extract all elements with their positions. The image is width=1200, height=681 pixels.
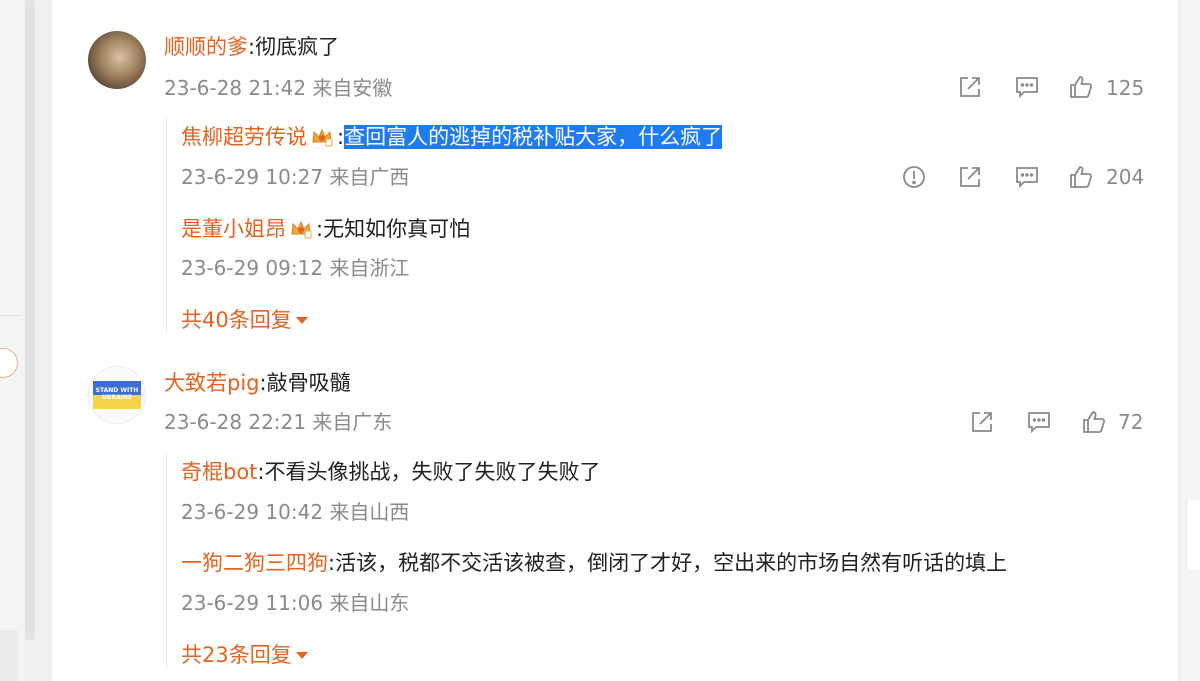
like-count: 72 bbox=[1118, 410, 1144, 434]
reply-line: 是董小姐昂:无知如你真可怕 bbox=[181, 217, 471, 241]
share-icon[interactable] bbox=[957, 164, 983, 190]
comment-icon[interactable] bbox=[1014, 74, 1040, 100]
more-replies-label: 共23条回复 bbox=[181, 643, 292, 667]
left-divider bbox=[0, 315, 22, 316]
like-count: 204 bbox=[1106, 165, 1145, 189]
reply-line: 奇棍bot:不看头像挑战，失败了失败了失败了 bbox=[181, 460, 601, 484]
comment-icon[interactable] bbox=[1026, 409, 1052, 435]
crown-icon bbox=[311, 126, 333, 147]
left-scrollbar[interactable] bbox=[25, 0, 35, 640]
share-icon[interactable] bbox=[957, 74, 983, 100]
left-panel-box bbox=[0, 630, 18, 681]
reply-thread-line bbox=[166, 118, 167, 333]
comment-username[interactable]: 顺顺的爹 bbox=[164, 35, 248, 59]
reply-meta: 23-6-29 10:42 来自山西 bbox=[181, 500, 410, 524]
comment-line: 顺顺的爹:彻底疯了 bbox=[164, 35, 340, 59]
reply-username[interactable]: 是董小姐昂 bbox=[181, 217, 286, 241]
reply-thread-line bbox=[166, 453, 167, 668]
reply-meta: 23-6-29 11:06 来自山东 bbox=[181, 591, 410, 615]
avatar-text: STAND WITH UKRAINE bbox=[95, 387, 139, 401]
comment-meta: 23-6-28 21:42 来自安徽 bbox=[164, 76, 393, 100]
caret-down-icon bbox=[295, 652, 308, 659]
avatar[interactable]: STAND WITH UKRAINE bbox=[88, 366, 146, 424]
like-icon[interactable] bbox=[1068, 74, 1094, 100]
comment-icon[interactable] bbox=[1014, 164, 1040, 190]
comment-line: 大致若pig:敲骨吸髓 bbox=[164, 371, 351, 395]
reply-meta: 23-6-29 09:12 来自浙江 bbox=[181, 256, 410, 280]
comment-username[interactable]: 大致若pig bbox=[164, 371, 260, 395]
ukraine-flag-image: STAND WITH UKRAINE bbox=[93, 381, 141, 409]
like-icon[interactable] bbox=[1068, 164, 1094, 190]
reply-line: 焦柳超劳传说:查回富人的逃掉的税补贴大家，什么疯了 bbox=[181, 125, 723, 149]
comment-card bbox=[52, 0, 1178, 681]
reply-username[interactable]: 奇棍bot bbox=[181, 460, 257, 484]
comment-text: 敲骨吸髓 bbox=[266, 371, 351, 395]
more-replies-link[interactable]: 共40条回复 bbox=[181, 306, 308, 334]
reply-text: 不看头像挑战，失败了失败了失败了 bbox=[264, 460, 601, 484]
right-panel bbox=[1180, 0, 1200, 681]
comment-meta: 23-6-28 22:21 来自广东 bbox=[164, 410, 393, 434]
more-replies-label: 共40条回复 bbox=[181, 308, 292, 332]
right-side-tab[interactable] bbox=[1186, 500, 1200, 570]
reply-line: 一狗二狗三四狗:活该，税都不交活该被查，倒闭了才好，空出来的市场自然有听话的填上 bbox=[181, 551, 1008, 575]
caret-down-icon bbox=[295, 317, 308, 324]
reply-username[interactable]: 一狗二狗三四狗 bbox=[181, 551, 328, 575]
report-icon[interactable] bbox=[901, 164, 927, 190]
reply-text: 活该，税都不交活该被查，倒闭了才好，空出来的市场自然有听话的填上 bbox=[335, 551, 1008, 575]
reply-text-selected: 查回富人的逃掉的税补贴大家，什么疯了 bbox=[344, 125, 723, 149]
reply-meta: 23-6-29 10:27 来自广西 bbox=[181, 165, 410, 189]
comment-text: 彻底疯了 bbox=[255, 35, 340, 59]
more-replies-link[interactable]: 共23条回复 bbox=[181, 641, 308, 669]
like-count: 125 bbox=[1106, 76, 1145, 100]
reply-username[interactable]: 焦柳超劳传说 bbox=[181, 125, 307, 149]
left-panel bbox=[0, 0, 24, 681]
crown-icon bbox=[290, 218, 312, 239]
share-icon[interactable] bbox=[969, 409, 995, 435]
reply-text: 无知如你真可怕 bbox=[323, 217, 471, 241]
avatar[interactable] bbox=[88, 31, 146, 89]
like-icon[interactable] bbox=[1081, 409, 1107, 435]
